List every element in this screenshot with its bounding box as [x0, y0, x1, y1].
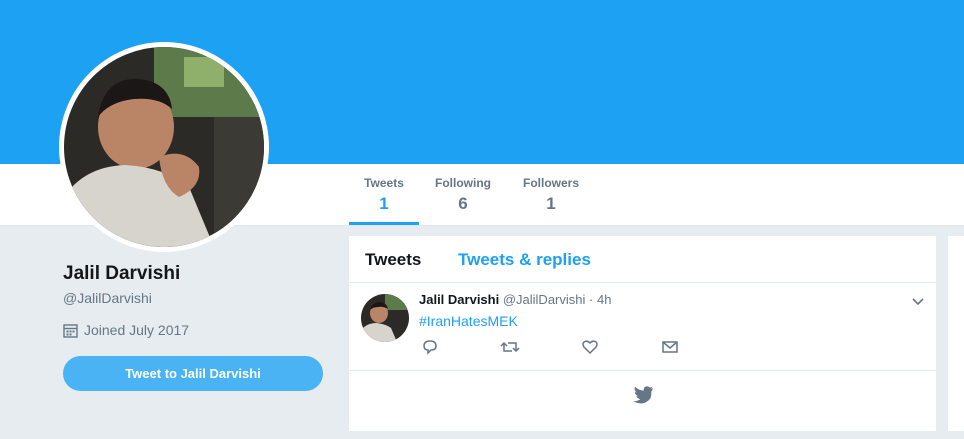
stat-tweets-count: 1	[379, 194, 389, 213]
like-icon[interactable]	[581, 339, 599, 360]
profile-avatar[interactable]	[64, 47, 264, 247]
timeline-tabs: Tweets Tweets & replies	[349, 236, 936, 283]
stat-following-count: 6	[458, 194, 468, 213]
tweet-author-name[interactable]: Jalil Darvishi	[419, 292, 499, 307]
stat-followers[interactable]: Followers 1	[518, 176, 584, 214]
stat-followers-label: Followers	[522, 176, 579, 190]
profile-name[interactable]: Jalil Darvishi	[63, 263, 180, 285]
tweet-to-button[interactable]: Tweet to Jalil Darvishi	[63, 356, 323, 391]
joined-text: Joined July 2017	[84, 322, 190, 338]
stat-following[interactable]: Following 6	[430, 176, 496, 214]
tweet-header: Jalil Darvishi @JalilDarvishi · 4h	[419, 292, 611, 307]
calendar-icon	[63, 323, 78, 338]
direct-message-icon[interactable]	[661, 339, 679, 360]
profile-avatar-frame	[59, 42, 269, 252]
tweet-hashtag[interactable]: #IranHatesMEK	[419, 313, 518, 329]
reply-icon[interactable]	[421, 339, 439, 360]
tweet-time[interactable]: 4h	[597, 292, 611, 307]
chevron-down-icon[interactable]	[912, 293, 924, 311]
retweet-icon[interactable]	[500, 339, 520, 360]
right-column-edge	[948, 236, 964, 431]
tweet-avatar[interactable]	[361, 294, 409, 342]
stat-tweets[interactable]: Tweets 1	[349, 176, 419, 225]
tweet-separator: ·	[589, 292, 594, 307]
stat-followers-count: 1	[546, 194, 556, 213]
stat-following-label: Following	[435, 176, 491, 190]
joined-date: Joined July 2017	[63, 322, 189, 338]
twitter-bird-icon	[632, 386, 654, 409]
tweet-item[interactable]: Jalil Darvishi @JalilDarvishi · 4h #Iran…	[349, 283, 936, 371]
profile-handle[interactable]: @JalilDarvishi	[63, 290, 152, 306]
tweet-author-handle[interactable]: @JalilDarvishi	[503, 292, 586, 307]
tab-tweets[interactable]: Tweets	[365, 250, 421, 270]
timeline: Tweets Tweets & replies Jalil Darvishi @…	[349, 236, 936, 431]
tab-tweets-replies[interactable]: Tweets & replies	[458, 250, 591, 270]
stat-tweets-label: Tweets	[364, 176, 404, 190]
